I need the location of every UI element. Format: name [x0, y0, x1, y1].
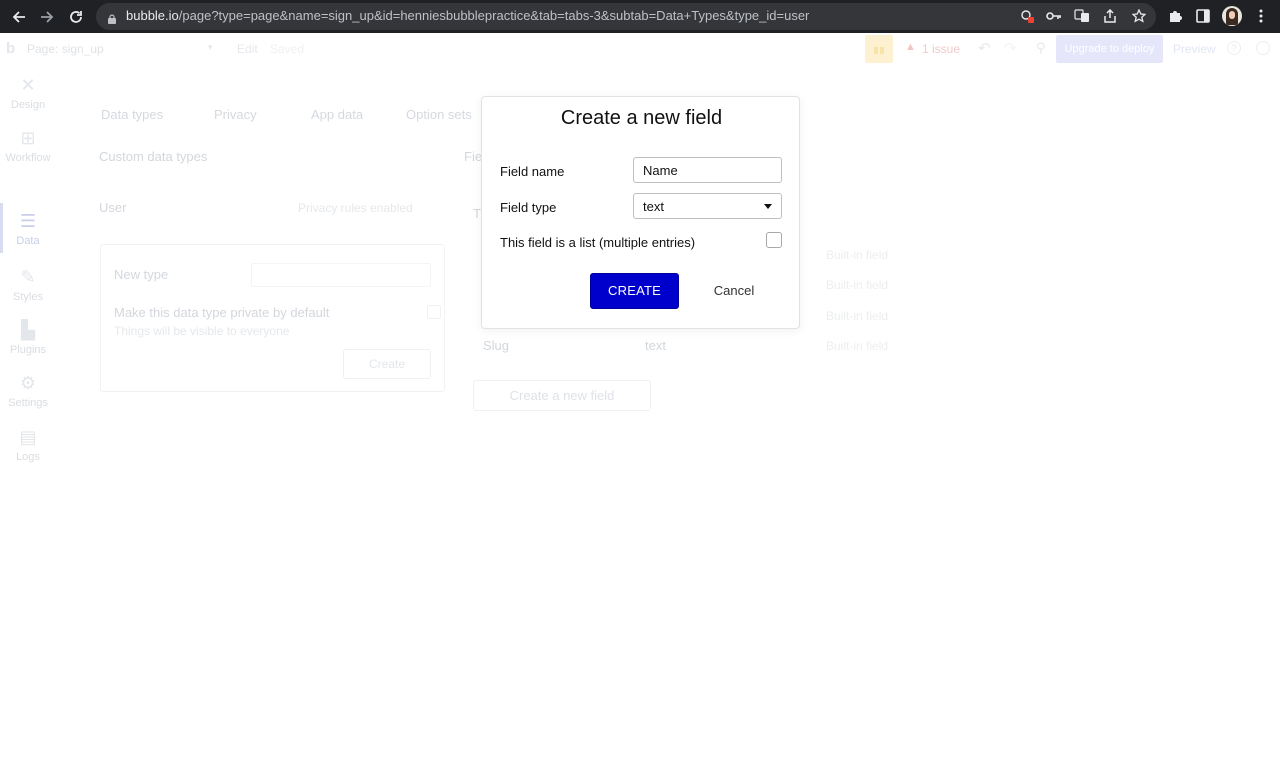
- profile-avatar[interactable]: [1222, 6, 1242, 26]
- url-host: bubble.io: [126, 8, 179, 23]
- plugins-icon: ▙: [21, 320, 35, 340]
- forward-arrow-icon[interactable]: [37, 7, 57, 27]
- slug-field-name: Slug: [483, 338, 510, 353]
- settings-icon: ⚙: [19, 373, 37, 393]
- tab-option-sets[interactable]: Option sets: [406, 107, 472, 122]
- private-default-label: Make this data type private by default: [114, 305, 330, 320]
- sidebar-item-label: Logs: [16, 451, 40, 463]
- chevron-down-icon: ▾: [208, 42, 213, 52]
- fields-heading: Fie: [464, 149, 483, 164]
- sidebar-item-plugins[interactable]: ▙ Plugins: [0, 320, 56, 356]
- create-button[interactable]: CREATE: [590, 273, 679, 309]
- new-type-label: New type: [114, 267, 169, 282]
- undo-icon[interactable]: ↶: [978, 39, 991, 57]
- preview-button[interactable]: Preview: [1173, 42, 1216, 56]
- tab-app-data[interactable]: App data: [311, 107, 363, 122]
- field-type-label: Field type: [500, 200, 557, 215]
- list-field-label: This field is a list (multiple entries): [500, 235, 696, 250]
- type-row-status: Privacy rules enabled: [298, 201, 413, 215]
- type-row-user[interactable]: User: [99, 200, 126, 215]
- bookmark-star-icon[interactable]: [1130, 7, 1148, 25]
- extensions-puzzle-icon[interactable]: [1166, 7, 1184, 25]
- url-text: bubble.io/page?type=page&name=sign_up&id…: [126, 8, 809, 23]
- logs-icon: ▤: [19, 427, 37, 447]
- tab-data-types[interactable]: Data types: [101, 107, 163, 122]
- field-type-dropdown[interactable]: text: [633, 193, 782, 219]
- help-icon[interactable]: ?: [1227, 41, 1241, 55]
- sidebar-item-label: Design: [10, 99, 46, 111]
- saved-status: Saved: [270, 42, 305, 56]
- url-path: /page?type=page&name=sign_up&id=henniesb…: [178, 8, 810, 23]
- list-field-checkbox[interactable]: [766, 232, 782, 248]
- redo-icon[interactable]: ↷: [1004, 39, 1017, 57]
- create-new-field-button[interactable]: Create a new field: [473, 380, 651, 411]
- translate-icon[interactable]: [1073, 7, 1091, 25]
- new-type-input[interactable]: [251, 263, 431, 287]
- modal-title: Create a new field: [560, 107, 723, 129]
- cancel-button[interactable]: Cancel: [704, 273, 764, 309]
- caret-down-icon: [764, 204, 772, 209]
- create-field-modal: Create a new field Field name Field type…: [481, 96, 800, 329]
- private-default-checkbox[interactable]: [427, 305, 441, 319]
- sidebar-item-label: Plugins: [9, 344, 47, 356]
- builtin-field-label: Built-in field: [826, 278, 889, 292]
- sidebar-item-data[interactable]: ☰ Data: [0, 211, 56, 247]
- sidebar-item-workflow[interactable]: ⊞ Workflow: [0, 128, 56, 164]
- address-bar[interactable]: bubble.io/page?type=page&name=sign_up&id…: [96, 3, 1156, 30]
- slug-field-type: text: [645, 338, 666, 353]
- field-type-value: text: [643, 199, 664, 214]
- issues-count[interactable]: 1 issue: [922, 42, 960, 56]
- search-icon[interactable]: ⚲: [1036, 40, 1046, 56]
- custom-types-heading: Custom data types: [99, 149, 208, 164]
- avatar-face-shape: [1229, 11, 1235, 19]
- share-icon[interactable]: [1101, 7, 1119, 25]
- sidebar-item-label: Settings: [8, 397, 48, 409]
- styles-icon: ✎: [20, 267, 36, 287]
- editor-sidebar: ✕ Design ⊞ Workflow ☰ Data ✎ Styles ▙ Pl…: [0, 65, 56, 760]
- workflow-icon: ⊞: [20, 128, 36, 148]
- upgrade-button[interactable]: Upgrade to deploy: [1056, 35, 1163, 63]
- lock-icon: [108, 11, 116, 24]
- field-name-input[interactable]: [633, 157, 782, 183]
- editor-topbar: b Page: sign_up ▾ Edit Saved ▲ 1 issue ↶…: [0, 33, 1280, 65]
- sidebar-item-logs[interactable]: ▤ Logs: [0, 427, 56, 463]
- sidebar-item-design[interactable]: ✕ Design: [0, 75, 56, 111]
- field-name-label: Field name: [500, 164, 565, 179]
- key-icon[interactable]: [1045, 7, 1063, 25]
- visible-hint: Things will be visible to everyone: [114, 324, 290, 338]
- warning-icon: ▲: [905, 41, 916, 53]
- back-arrow-icon[interactable]: [9, 7, 29, 27]
- gift-icon[interactable]: [865, 35, 893, 63]
- page-selector[interactable]: Page: sign_up: [27, 42, 104, 56]
- design-icon: ✕: [20, 75, 36, 95]
- builtin-field-label: Built-in field: [826, 309, 889, 323]
- field-row-partial: T: [473, 206, 481, 221]
- data-icon: ☰: [19, 211, 37, 231]
- reload-icon[interactable]: [66, 7, 86, 27]
- new-type-card: New type Make this data type private by …: [100, 244, 445, 392]
- incognito-blocked-icon[interactable]: [1018, 7, 1036, 25]
- browser-toolbar: bubble.io/page?type=page&name=sign_up&id…: [0, 0, 1280, 33]
- bubble-logo-icon: b: [6, 40, 16, 57]
- builtin-field-label: Built-in field: [826, 339, 889, 353]
- create-type-button[interactable]: Create: [343, 349, 431, 379]
- tab-privacy[interactable]: Privacy: [214, 107, 257, 122]
- sidebar-item-label: Workflow: [5, 152, 51, 164]
- side-panel-icon[interactable]: [1194, 7, 1212, 25]
- sidebar-item-settings[interactable]: ⚙ Settings: [0, 373, 56, 409]
- kebab-menu-icon[interactable]: [1252, 7, 1270, 25]
- sidebar-item-label: Data: [16, 235, 40, 247]
- user-account-icon[interactable]: [1256, 41, 1270, 55]
- edit-menu[interactable]: Edit: [237, 42, 258, 56]
- sidebar-item-styles[interactable]: ✎ Styles: [0, 267, 56, 303]
- sidebar-item-label: Styles: [13, 291, 43, 303]
- builtin-field-label: Built-in field: [826, 248, 889, 262]
